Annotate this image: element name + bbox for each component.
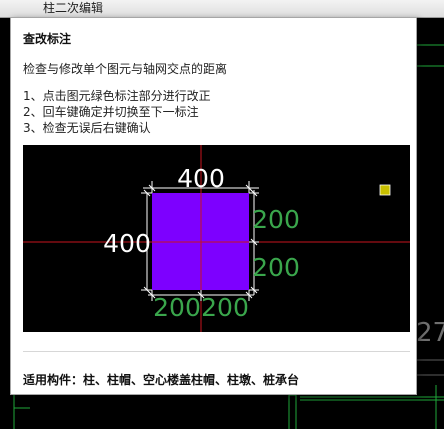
top-tab[interactable]: 柱二次编辑	[0, 0, 444, 18]
tooltip-step: 2、回车键确定并切换至下一标注	[23, 105, 199, 119]
bg-axis-number: 27	[416, 318, 444, 348]
demo-drawing: 400 400 200 200 200 200	[23, 145, 410, 332]
tooltip-footer: 适用构件：柱、柱帽、空心楼盖柱帽、柱墩、桩承台	[23, 373, 300, 387]
top-tab-label: 柱二次编辑	[43, 1, 104, 15]
dim-right-upper-label[interactable]: 200	[252, 205, 300, 234]
tooltip-description: 检查与修改单个图元与轴网交点的距离	[23, 62, 228, 76]
dim-top-label: 400	[177, 164, 225, 193]
tooltip-step: 1、点击图元绿色标注部分进行改正	[23, 89, 211, 103]
tooltip-popup: 查改标注 检查与修改单个图元与轴网交点的距离 1、点击图元绿色标注部分进行改正 …	[10, 17, 417, 395]
tooltip-divider	[23, 351, 410, 352]
demo-illustration: 400 400 200 200 200 200	[23, 145, 410, 332]
dim-bottom-left-label[interactable]: 200	[153, 293, 201, 322]
tooltip-title: 查改标注	[23, 32, 72, 46]
dim-left-label: 400	[103, 229, 151, 258]
yellow-marker-icon	[379, 184, 391, 196]
tooltip-step: 3、检查无误后右键确认	[23, 121, 151, 135]
dim-right-lower-label[interactable]: 200	[252, 253, 300, 282]
dim-bottom-right-label[interactable]: 200	[201, 293, 249, 322]
tooltip-steps: 1、点击图元绿色标注部分进行改正 2、回车键确定并切换至下一标注 3、检查无误后…	[23, 88, 211, 136]
